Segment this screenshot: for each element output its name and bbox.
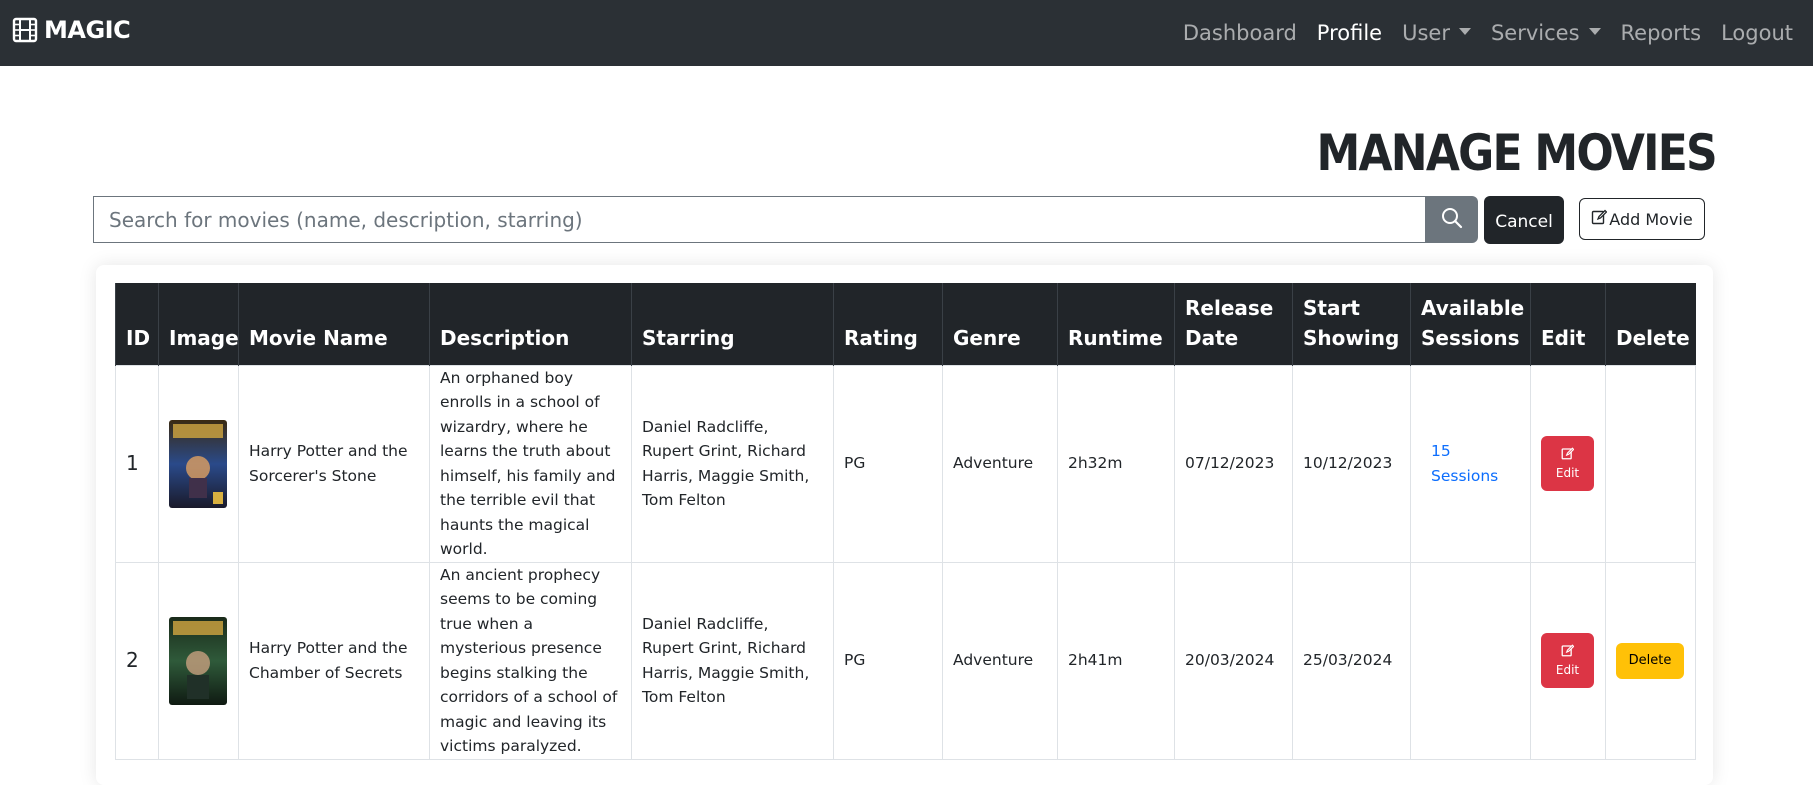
col-header-name: Movie Name: [238, 283, 430, 365]
row-id: 1: [115, 364, 159, 563]
col-header-genre: Genre: [942, 283, 1058, 365]
row-rating: PG: [833, 364, 943, 563]
film-icon: [12, 17, 38, 43]
col-header-runtime: Runtime: [1057, 283, 1175, 365]
row-sessions-cell: 15 Sessions: [1410, 364, 1531, 563]
col-header-starring: Starring: [631, 283, 834, 365]
col-header-sessions: Available Sessions: [1410, 283, 1531, 365]
caret-down-icon: [1588, 27, 1601, 35]
row-delete-cell: [1605, 364, 1696, 563]
row-genre: Adventure: [942, 561, 1058, 760]
brand[interactable]: MAGIC: [12, 16, 131, 44]
row-runtime: 2h41m: [1057, 561, 1175, 760]
sessions-link[interactable]: 15 Sessions: [1421, 439, 1520, 488]
col-header-rating: Rating: [833, 283, 943, 365]
movie-poster-image: [169, 419, 227, 508]
row-id: 2: [115, 561, 159, 760]
nav-links: Dashboard Profile User Services Reports …: [1173, 0, 1803, 66]
movies-table: ID Image Movie Name Description Starring…: [115, 283, 1696, 760]
row-rating: PG: [833, 561, 943, 760]
search-input[interactable]: [93, 196, 1427, 243]
row-genre: Adventure: [942, 364, 1058, 563]
nav-services-dropdown[interactable]: Services: [1481, 21, 1611, 45]
row-start-showing: 10/12/2023: [1292, 364, 1411, 563]
edit-label: Edit: [1555, 663, 1580, 677]
col-header-id: ID: [115, 283, 159, 365]
nav-logout[interactable]: Logout: [1711, 21, 1803, 45]
nav-reports[interactable]: Reports: [1611, 21, 1712, 45]
col-header-release: Release Date: [1174, 283, 1293, 365]
row-edit-cell: Edit: [1530, 364, 1606, 563]
movie-poster-image: [169, 616, 227, 705]
row-release-date: 07/12/2023: [1174, 364, 1293, 563]
edit-icon: [1561, 644, 1575, 660]
search-icon: [1441, 207, 1463, 232]
edit-button[interactable]: Edit: [1541, 633, 1594, 688]
edit-icon: [1561, 447, 1575, 463]
table-row: 1 Harry Potter and the Sorcerer's Stone …: [115, 364, 1696, 563]
add-movie-button[interactable]: Add Movie: [1579, 198, 1705, 240]
row-delete-cell: Delete: [1605, 561, 1696, 760]
delete-button[interactable]: Delete: [1616, 642, 1684, 679]
nav-user-label: User: [1402, 21, 1450, 45]
search-group: [93, 196, 1478, 243]
table-header-row: ID Image Movie Name Description Starring…: [115, 283, 1696, 365]
edit-button[interactable]: Edit: [1541, 436, 1594, 491]
add-movie-label: Add Movie: [1609, 209, 1693, 229]
caret-down-icon: [1458, 27, 1471, 35]
row-description: An ancient prophecy seems to be coming t…: [429, 561, 632, 760]
row-edit-cell: Edit: [1530, 561, 1606, 760]
edit-label: Edit: [1555, 466, 1580, 480]
edit-icon: [1591, 209, 1608, 229]
row-sessions-cell: [1410, 561, 1531, 760]
row-movie-name: Harry Potter and the Sorcerer's Stone: [238, 364, 430, 563]
brand-label: MAGIC: [44, 16, 131, 44]
col-header-edit: Edit: [1530, 283, 1606, 365]
row-runtime: 2h32m: [1057, 364, 1175, 563]
col-header-delete: Delete: [1605, 283, 1696, 365]
row-image-cell: [158, 561, 239, 760]
page-title: MANAGE MOVIES: [1316, 124, 1717, 182]
cancel-button[interactable]: Cancel: [1484, 196, 1564, 244]
row-starring: Daniel Radcliffe, Rupert Grint, Richard …: [631, 561, 834, 760]
row-movie-name: Harry Potter and the Chamber of Secrets: [238, 561, 430, 760]
row-start-showing: 25/03/2024: [1292, 561, 1411, 760]
row-release-date: 20/03/2024: [1174, 561, 1293, 760]
col-header-description: Description: [429, 283, 632, 365]
row-description: An orphaned boy enrolls in a school of w…: [429, 364, 632, 563]
navbar: MAGIC Dashboard Profile User Services Re…: [0, 0, 1813, 66]
nav-services-label: Services: [1490, 21, 1580, 45]
table-row: 2 Harry Potter and the Chamber of Secret…: [115, 561, 1696, 760]
row-image-cell: [158, 364, 239, 563]
search-button[interactable]: [1426, 196, 1478, 243]
col-header-start: Start Showing: [1292, 283, 1411, 365]
row-starring: Daniel Radcliffe, Rupert Grint, Richard …: [631, 364, 834, 563]
nav-dashboard[interactable]: Dashboard: [1173, 21, 1307, 45]
col-header-image: Image: [158, 283, 239, 365]
nav-profile[interactable]: Profile: [1307, 21, 1392, 45]
nav-user-dropdown[interactable]: User: [1392, 21, 1481, 45]
